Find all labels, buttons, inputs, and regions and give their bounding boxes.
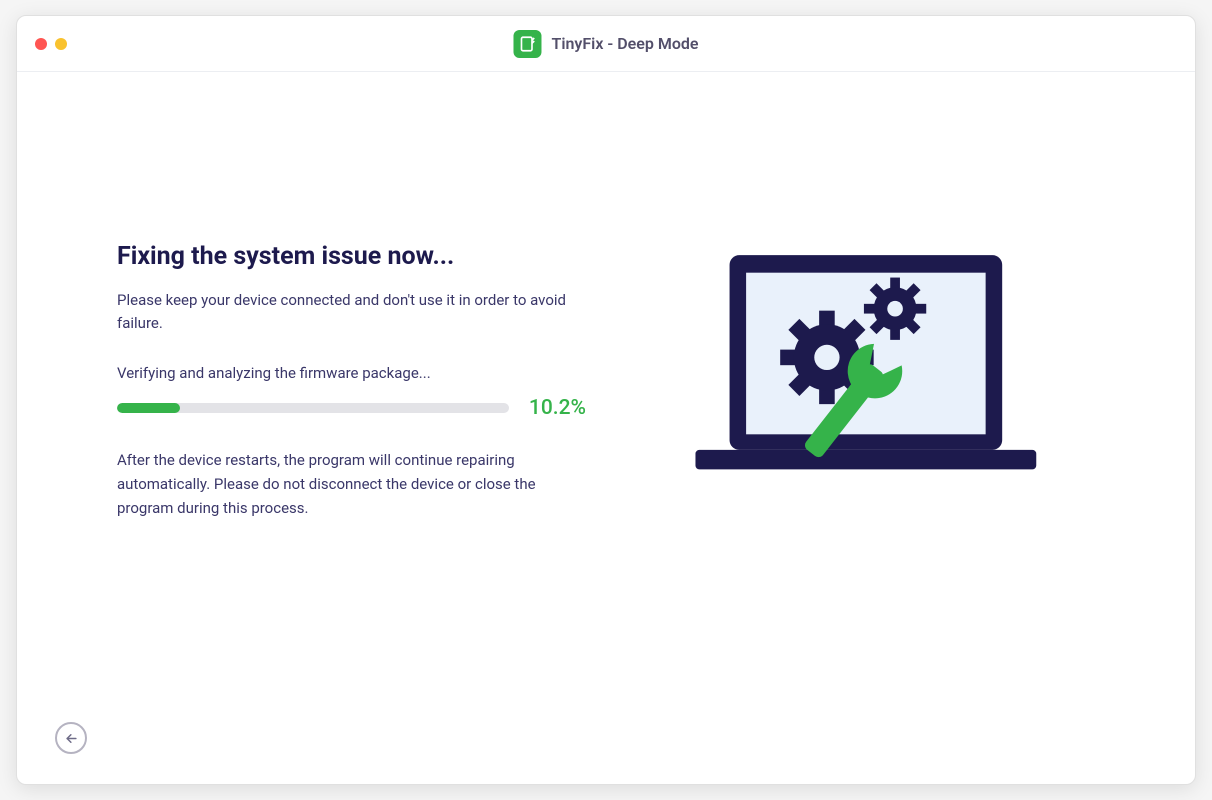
minimize-window-button[interactable] xyxy=(55,38,67,50)
close-window-button[interactable] xyxy=(35,38,47,50)
laptop-repair-illustration xyxy=(676,242,1046,502)
window-controls xyxy=(35,38,67,50)
back-button[interactable] xyxy=(55,722,87,754)
titlebar: TinyFix - Deep Mode xyxy=(17,16,1195,72)
main-content: Fixing the system issue now... Please ke… xyxy=(17,72,1195,520)
titlebar-center: TinyFix - Deep Mode xyxy=(513,30,698,58)
progress-bar xyxy=(117,403,509,413)
app-window: TinyFix - Deep Mode Fixing the system is… xyxy=(16,15,1196,785)
right-pane xyxy=(626,242,1095,520)
progress-row: 10.2% xyxy=(117,396,586,420)
progress-fill xyxy=(117,403,180,413)
status-text: Verifying and analyzing the firmware pac… xyxy=(117,364,586,382)
page-heading: Fixing the system issue now... xyxy=(117,242,586,271)
left-pane: Fixing the system issue now... Please ke… xyxy=(117,242,586,520)
note-text: After the device restarts, the program w… xyxy=(117,448,586,520)
progress-percent: 10.2% xyxy=(529,396,586,420)
app-title: TinyFix - Deep Mode xyxy=(551,34,698,53)
instruction-text: Please keep your device connected and do… xyxy=(117,289,586,334)
arrow-left-icon xyxy=(64,731,79,746)
app-icon xyxy=(513,30,541,58)
